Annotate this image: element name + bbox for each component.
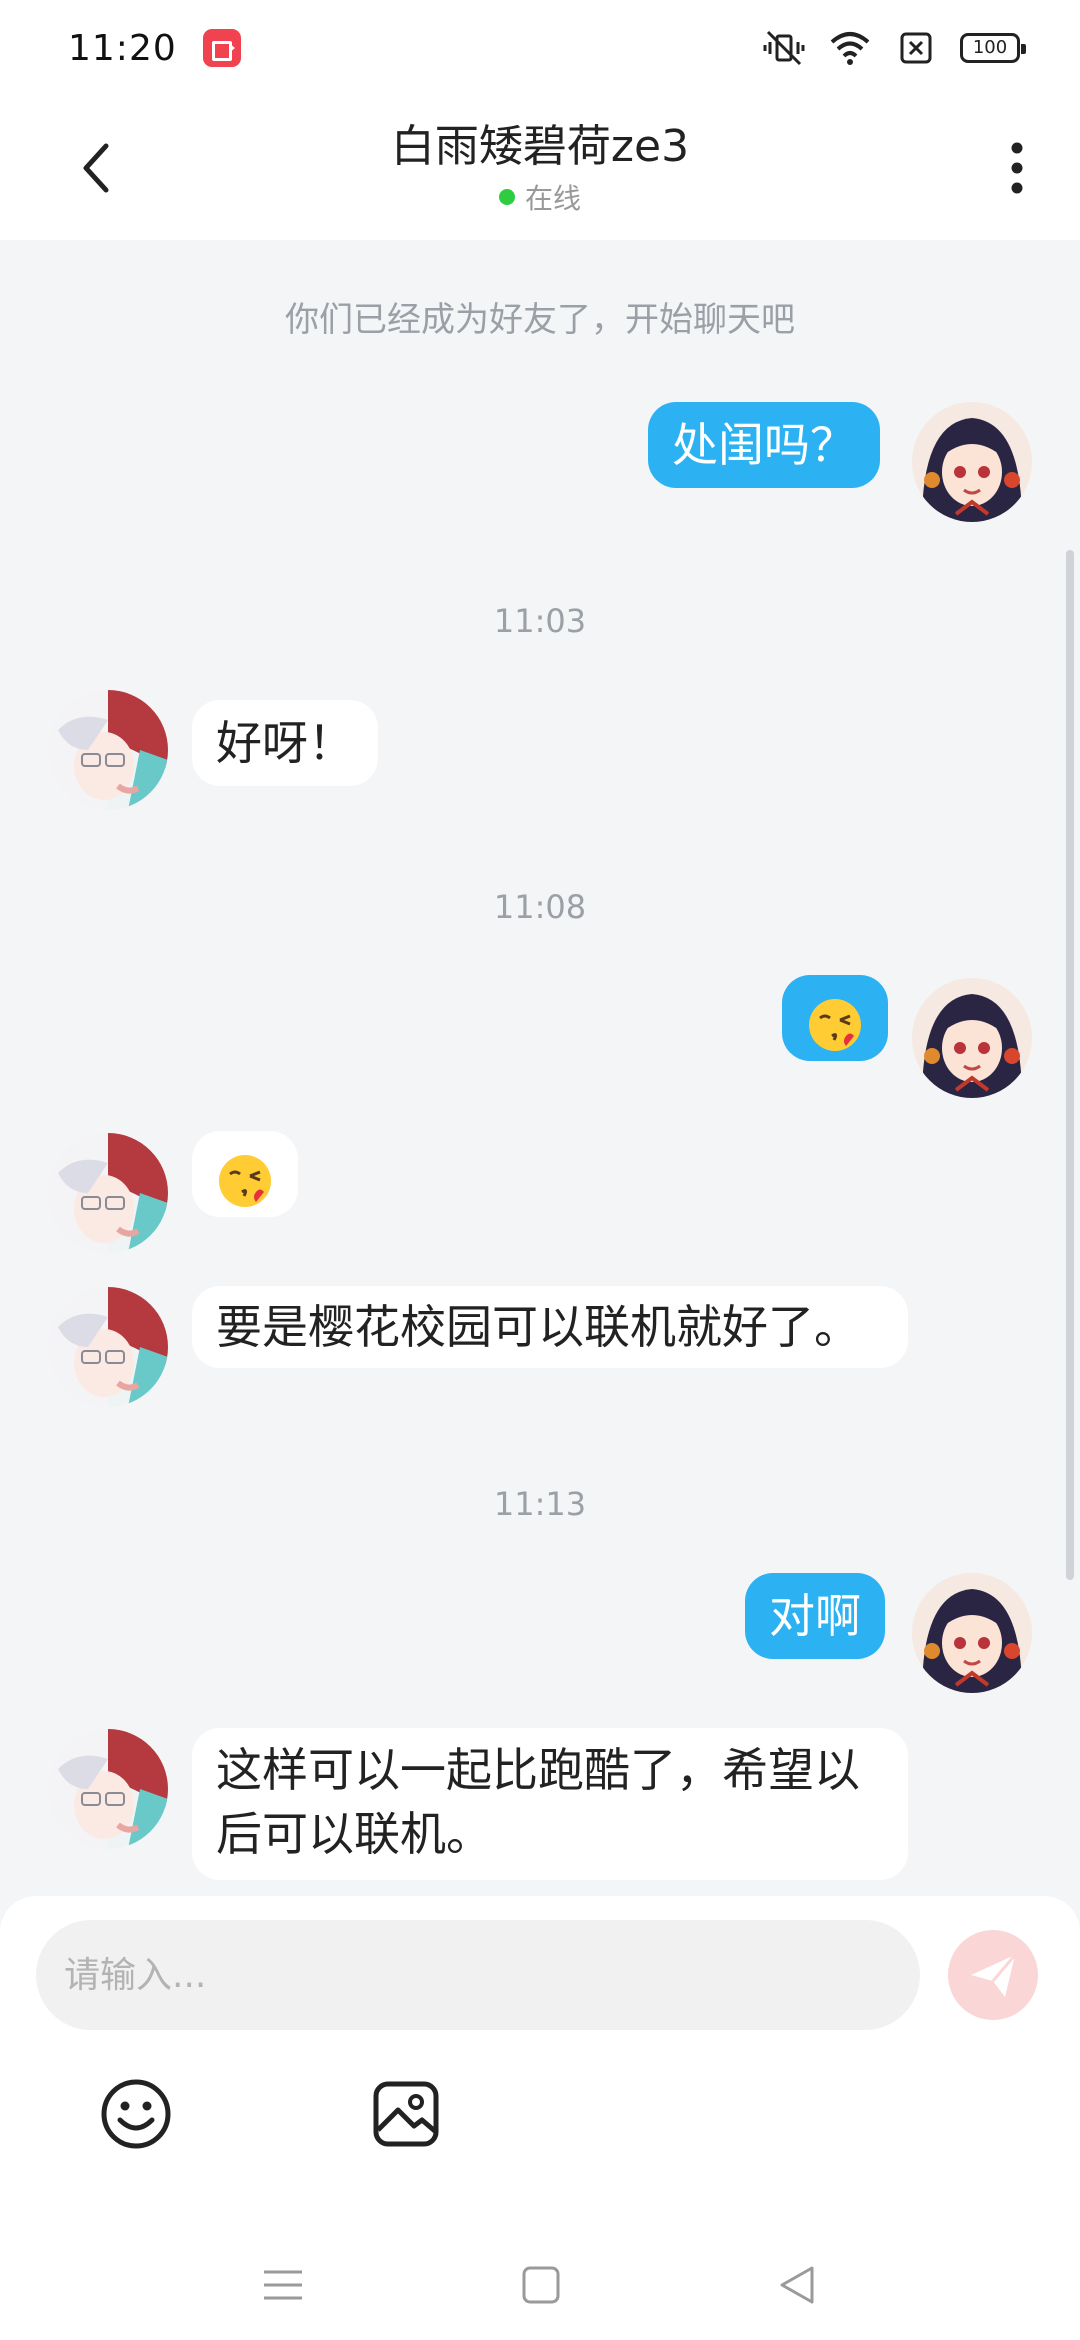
chat-header: 白雨矮碧荷ze3 在线 — [0, 96, 1080, 240]
my-avatar[interactable] — [912, 402, 1032, 522]
back-arrow-icon[interactable] — [70, 136, 126, 200]
status-icons: 100 — [762, 28, 1026, 68]
nav-home-icon[interactable] — [516, 2260, 566, 2310]
vibrate-mute-icon — [763, 30, 805, 66]
anime-girl-avatar-image — [912, 978, 1032, 1098]
anime-boy-avatar-image — [48, 690, 168, 810]
incoming-message[interactable]: 要是樱花校园可以联机就好了。 — [192, 1286, 908, 1368]
system-notice: 你们已经成为好友了，开始聊天吧 — [285, 300, 795, 340]
screen-record-icon — [202, 29, 241, 67]
scrollbar[interactable] — [1066, 550, 1074, 1580]
message-list[interactable]: 你们已经成为好友了，开始聊天吧 处闺吗？ 11:03 好呀！ 11:08 要是樱… — [0, 240, 1080, 1896]
emoji-icon[interactable] — [98, 2076, 174, 2152]
message-text: 要是樱花校园可以联机就好了。 — [216, 1300, 860, 1354]
status-bar: 11:20 100 — [0, 0, 1080, 96]
message-text: 对啊 — [769, 1589, 861, 1643]
message-input[interactable] — [36, 1920, 920, 2030]
image-icon[interactable] — [368, 2076, 444, 2152]
contact-avatar[interactable] — [48, 1729, 168, 1849]
outgoing-message[interactable] — [782, 975, 888, 1061]
contact-avatar[interactable] — [48, 690, 168, 810]
battery-icon: 100 — [960, 33, 1026, 63]
anime-boy-avatar-image — [48, 1729, 168, 1849]
send-icon — [971, 1954, 1017, 1997]
message-timestamp: 11:13 — [493, 1485, 587, 1523]
my-avatar[interactable] — [912, 978, 1032, 1098]
presence-status: 在线 — [498, 177, 581, 217]
anime-boy-avatar-image — [48, 1287, 168, 1407]
message-text-line: 后可以联机。 — [216, 1807, 492, 1861]
no-sim-icon — [900, 32, 932, 64]
incoming-message[interactable] — [192, 1131, 298, 1217]
system-nav-bar — [0, 2230, 1080, 2340]
wifi-icon — [830, 32, 870, 65]
anime-girl-avatar-image — [912, 1573, 1032, 1693]
contact-avatar[interactable] — [48, 1133, 168, 1253]
message-text: 好呀！ — [216, 716, 354, 770]
nav-menu-icon[interactable] — [258, 2260, 308, 2310]
anime-girl-avatar-image — [912, 402, 1032, 522]
status-time: 11:20 — [68, 27, 177, 69]
online-dot-icon — [498, 189, 515, 205]
chat-screen: 11:20 100 白雨矮碧荷ze3 在线 你们已经成为好友了，开始聊天吧 处闺… — [0, 0, 1080, 2340]
message-timestamp: 11:03 — [493, 602, 587, 640]
anime-boy-avatar-image — [48, 1133, 168, 1253]
message-timestamp: 11:08 — [493, 888, 587, 926]
kissing-face-emoji — [809, 998, 861, 1051]
message-text: 处闺吗？ — [672, 418, 856, 472]
presence-label: 在线 — [524, 182, 581, 215]
message-text-line: 这样可以一起比跑酷了，希望以 — [216, 1743, 860, 1797]
incoming-message[interactable]: 好呀！ — [192, 700, 378, 786]
contact-info: 白雨矮碧荷ze3 在线 — [391, 119, 689, 217]
nav-back-icon[interactable] — [772, 2260, 822, 2310]
more-dots-icon[interactable] — [994, 136, 1040, 200]
contact-avatar[interactable] — [48, 1287, 168, 1407]
contact-name: 白雨矮碧荷ze3 — [390, 121, 690, 172]
my-avatar[interactable] — [912, 1573, 1032, 1693]
send-button[interactable] — [948, 1930, 1038, 2020]
incoming-message[interactable]: 这样可以一起比跑酷了，希望以 后可以联机。 — [192, 1728, 908, 1880]
kissing-face-emoji — [219, 1154, 271, 1207]
outgoing-message[interactable]: 对啊 — [745, 1573, 885, 1659]
outgoing-message[interactable]: 处闺吗？ — [648, 402, 880, 488]
